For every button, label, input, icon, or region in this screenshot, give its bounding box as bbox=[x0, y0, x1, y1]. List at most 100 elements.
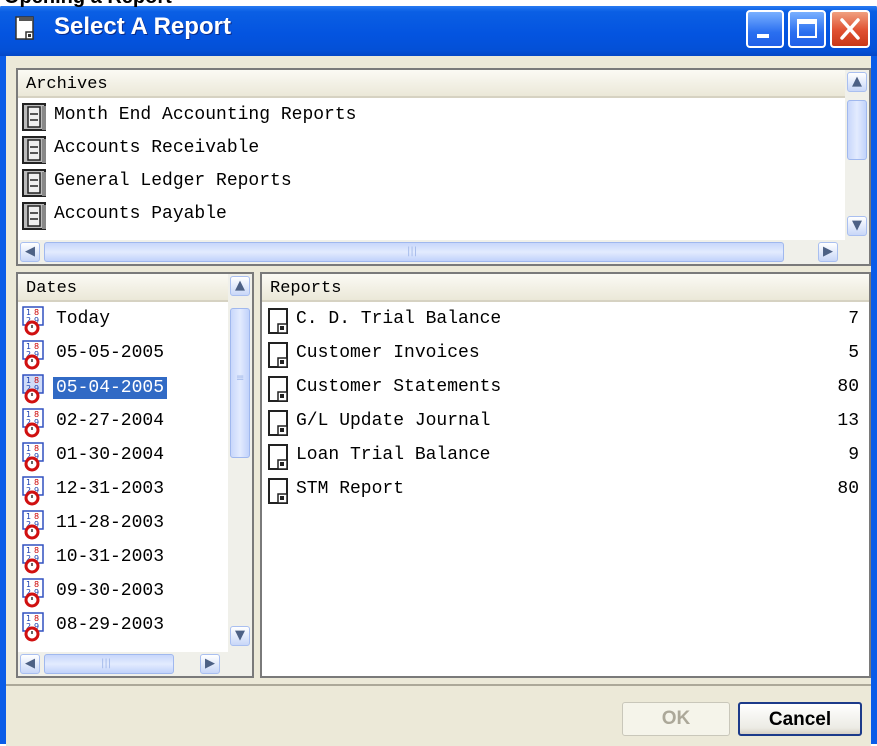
date-label: Today bbox=[56, 309, 111, 329]
minimize-icon bbox=[757, 34, 769, 38]
archive-icon bbox=[20, 201, 50, 237]
report-icon bbox=[264, 340, 294, 376]
page-heading-cut: Opening a Report bbox=[0, 0, 877, 9]
archives-hscroll[interactable]: ◀ ||| ▶ bbox=[18, 240, 869, 264]
archive-item[interactable]: Accounts Receivable bbox=[18, 133, 845, 166]
maximize-icon bbox=[797, 19, 817, 38]
report-item[interactable]: Customer Statements 80 bbox=[262, 372, 869, 405]
report-name: Customer Statements bbox=[296, 377, 502, 397]
close-button[interactable] bbox=[830, 10, 870, 48]
archives-list: Month End Accounting Reports Accounts Rec… bbox=[18, 70, 845, 240]
report-item[interactable]: Loan Trial Balance 9 bbox=[262, 440, 869, 473]
dates-hscroll[interactable]: ◀ ||| ▶ bbox=[18, 652, 252, 676]
archives-vscroll[interactable]: ▲ ▼ bbox=[845, 70, 869, 240]
report-count: 9 bbox=[848, 445, 859, 465]
report-count: 5 bbox=[848, 343, 859, 363]
report-count: 13 bbox=[837, 411, 859, 431]
report-name: STM Report bbox=[296, 479, 405, 499]
calendar-icon: 1829 bbox=[20, 612, 50, 648]
date-label: 05-04-2005 bbox=[53, 377, 168, 399]
date-label: 09-30-2003 bbox=[56, 581, 165, 601]
reports-panel: Reports C. D. Trial Balance 7 Customer Inv… bbox=[260, 272, 871, 678]
calendar-icon: 1829 bbox=[20, 306, 50, 342]
archive-label: Accounts Payable bbox=[54, 204, 227, 224]
select-report-dialog: Select A Report Archives Month End Accou… bbox=[0, 2, 877, 746]
page-heading: Opening a Report bbox=[4, 0, 172, 9]
calendar-icon: 1829 bbox=[20, 544, 50, 580]
report-count: 80 bbox=[837, 479, 859, 499]
reports-list: C. D. Trial Balance 7 Customer Invoices 5 Cu… bbox=[262, 274, 869, 676]
report-icon bbox=[264, 374, 294, 410]
title-bar[interactable]: Select A Report bbox=[0, 2, 877, 56]
calendar-icon: 1829 bbox=[20, 442, 50, 478]
report-item[interactable]: STM Report 80 bbox=[262, 474, 869, 507]
dates-vscroll[interactable]: ▲ ≡ ▼ bbox=[228, 274, 252, 652]
archives-hscroll-thumb[interactable]: ||| bbox=[44, 242, 784, 262]
archive-item[interactable]: Accounts Payable bbox=[18, 199, 845, 232]
report-name: Customer Invoices bbox=[296, 343, 480, 363]
date-item[interactable]: 1 8 2 9 09-30-2003 bbox=[18, 576, 228, 609]
maximize-button[interactable] bbox=[788, 10, 826, 48]
date-item[interactable]: 1 8 2 9 05-04-2005 bbox=[18, 372, 228, 405]
report-item[interactable]: Customer Invoices 5 bbox=[262, 338, 869, 371]
date-label: 11-28-2003 bbox=[56, 513, 165, 533]
report-count: 80 bbox=[837, 377, 859, 397]
report-icon bbox=[264, 476, 294, 512]
ok-button[interactable]: OK bbox=[622, 702, 730, 736]
dialog-body: Archives Month End Accounting Reports Acc… bbox=[6, 56, 871, 746]
report-item[interactable]: G/L Update Journal 13 bbox=[262, 406, 869, 439]
dates-panel: Dates 1 8 2 9 Today 1 8 2 9 05-05-2005 1 8 2 9 05-04-2… bbox=[16, 272, 254, 678]
date-item[interactable]: 1 8 2 9 05-05-2005 bbox=[18, 338, 228, 371]
date-label: 01-30-2004 bbox=[56, 445, 165, 465]
scroll-down-button[interactable]: ▼ bbox=[847, 216, 867, 236]
calendar-icon: 1829 bbox=[20, 578, 50, 614]
report-count: 7 bbox=[848, 309, 859, 329]
cancel-button[interactable]: Cancel bbox=[738, 702, 862, 736]
dates-list: 1 8 2 9 Today 1 8 2 9 05-05-2005 1 8 2 9 05-04-2005 1 8 2… bbox=[18, 274, 228, 652]
scroll-up-button[interactable]: ▲ bbox=[230, 276, 250, 296]
date-item[interactable]: 1 8 2 9 12-31-2003 bbox=[18, 474, 228, 507]
close-icon bbox=[840, 18, 860, 40]
report-name: G/L Update Journal bbox=[296, 411, 491, 431]
dates-vscroll-thumb[interactable]: ≡ bbox=[230, 308, 250, 458]
date-item[interactable]: 1 8 2 9 11-28-2003 bbox=[18, 508, 228, 541]
date-label: 02-27-2004 bbox=[56, 411, 165, 431]
archive-item[interactable]: General Ledger Reports bbox=[18, 166, 845, 199]
report-item[interactable]: C. D. Trial Balance 7 bbox=[262, 304, 869, 337]
archive-label: Month End Accounting Reports bbox=[54, 105, 357, 125]
date-item[interactable]: 1 8 2 9 10-31-2003 bbox=[18, 542, 228, 575]
dates-hscroll-thumb[interactable]: ||| bbox=[44, 654, 174, 674]
dialog-footer: OK Cancel bbox=[6, 684, 871, 746]
report-name: Loan Trial Balance bbox=[296, 445, 491, 465]
calendar-icon: 1829 bbox=[20, 510, 50, 546]
date-label: 10-31-2003 bbox=[56, 547, 165, 567]
date-item[interactable]: 1 8 2 9 Today bbox=[18, 304, 228, 337]
archive-label: General Ledger Reports bbox=[54, 171, 292, 191]
calendar-icon: 1829 bbox=[20, 476, 50, 512]
scroll-left-button[interactable]: ◀ bbox=[20, 242, 40, 262]
report-icon bbox=[264, 408, 294, 444]
archives-panel: Archives Month End Accounting Reports Acc… bbox=[16, 68, 871, 266]
archive-item[interactable]: Month End Accounting Reports bbox=[18, 100, 845, 133]
date-item[interactable]: 1 8 2 9 08-29-2003 bbox=[18, 610, 228, 643]
archive-label: Accounts Receivable bbox=[54, 138, 260, 158]
minimize-button[interactable] bbox=[746, 10, 784, 48]
scroll-down-button[interactable]: ▼ bbox=[230, 626, 250, 646]
calendar-icon: 1829 bbox=[20, 408, 50, 444]
report-icon bbox=[15, 16, 34, 40]
date-item[interactable]: 1 8 2 9 02-27-2004 bbox=[18, 406, 228, 439]
date-item[interactable]: 1 8 2 9 01-30-2004 bbox=[18, 440, 228, 473]
window-title: Select A Report bbox=[54, 13, 231, 40]
report-name: C. D. Trial Balance bbox=[296, 309, 502, 329]
scroll-right-button[interactable]: ▶ bbox=[200, 654, 220, 674]
calendar-icon: 1829 bbox=[20, 340, 50, 376]
calendar-icon: 1829 bbox=[20, 374, 50, 410]
date-label: 12-31-2003 bbox=[56, 479, 165, 499]
date-label: 08-29-2003 bbox=[56, 615, 165, 635]
scroll-right-button[interactable]: ▶ bbox=[818, 242, 838, 262]
archives-vscroll-thumb[interactable] bbox=[847, 100, 867, 160]
report-icon bbox=[264, 306, 294, 342]
scroll-up-button[interactable]: ▲ bbox=[847, 72, 867, 92]
scroll-left-button[interactable]: ◀ bbox=[20, 654, 40, 674]
date-label: 05-05-2005 bbox=[56, 343, 165, 363]
